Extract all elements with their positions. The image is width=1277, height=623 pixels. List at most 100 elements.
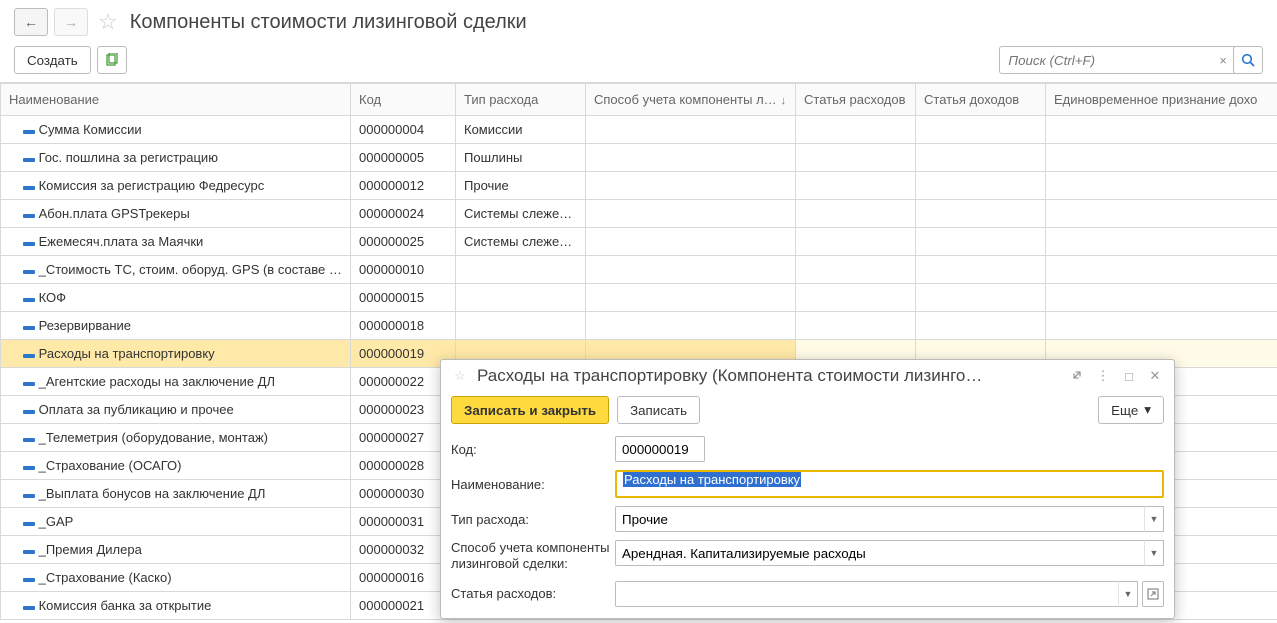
cell-name[interactable]: _Премия Дилера [1,536,351,564]
col-inc[interactable]: Статья доходов [916,84,1046,116]
chevron-down-icon[interactable]: ▼ [1118,581,1138,607]
cell-once[interactable] [1046,172,1277,200]
cell-name[interactable]: Комиссия банка за открытие [1,592,351,620]
col-exp[interactable]: Статья расходов [796,84,916,116]
cell-name[interactable]: _Выплата бонусов на заключение ДЛ [1,480,351,508]
cell-name[interactable]: Ежемесяч.плата за Маячки [1,228,351,256]
chevron-down-icon[interactable]: ▼ [1144,506,1164,532]
cell-inc[interactable] [916,200,1046,228]
way-select[interactable]: ▼ [615,540,1164,566]
chevron-down-icon[interactable]: ▼ [1144,540,1164,566]
way-input[interactable] [615,540,1144,566]
cell-once[interactable] [1046,256,1277,284]
cell-type[interactable]: Прочие [456,172,586,200]
cell-name[interactable]: Оплата за публикацию и прочее [1,396,351,424]
cell-code[interactable]: 000000025 [351,228,456,256]
cell-type[interactable]: Комиссии [456,116,586,144]
save-button[interactable]: Записать [617,396,700,424]
cell-exp[interactable] [796,312,916,340]
more-button[interactable]: Еще [1098,396,1164,424]
exp-select[interactable]: ▼ [615,581,1164,607]
cell-way[interactable] [586,284,796,312]
maximize-icon[interactable]: □ [1120,369,1138,384]
cell-once[interactable] [1046,312,1277,340]
cell-inc[interactable] [916,256,1046,284]
exp-input[interactable] [615,581,1118,607]
cell-type[interactable] [456,312,586,340]
cell-once[interactable] [1046,144,1277,172]
save-close-button[interactable]: Записать и закрыть [451,396,609,424]
cell-once[interactable] [1046,200,1277,228]
cell-code[interactable]: 000000018 [351,312,456,340]
cell-name[interactable]: Расходы на транспортировку [1,340,351,368]
cell-inc[interactable] [916,312,1046,340]
search-input[interactable] [999,46,1239,74]
code-field[interactable] [615,436,705,462]
nav-back-button[interactable]: ← [14,8,48,36]
table-row[interactable]: Резервирвание000000018 [1,312,1277,340]
cell-once[interactable] [1046,228,1277,256]
open-ref-icon[interactable] [1142,581,1164,607]
col-code[interactable]: Код [351,84,456,116]
cell-name[interactable]: КОФ [1,284,351,312]
cell-name[interactable]: Комиссия за регистрацию Федресурс [1,172,351,200]
cell-exp[interactable] [796,256,916,284]
type-select[interactable]: ▼ [615,506,1164,532]
cell-exp[interactable] [796,116,916,144]
cell-name[interactable]: Абон.плата GPSТрекеры [1,200,351,228]
cell-once[interactable] [1046,116,1277,144]
create-button[interactable]: Создать [14,46,91,74]
cell-once[interactable] [1046,284,1277,312]
cell-code[interactable]: 000000024 [351,200,456,228]
cell-name[interactable]: _GAP [1,508,351,536]
table-row[interactable]: Ежемесяч.плата за Маячки000000025Системы… [1,228,1277,256]
cell-type[interactable] [456,284,586,312]
cell-exp[interactable] [796,228,916,256]
cell-name[interactable]: _Стоимость ТС, стоим. оборуд. GPS (в сос… [1,256,351,284]
cell-inc[interactable] [916,116,1046,144]
cell-code[interactable]: 000000015 [351,284,456,312]
cell-name[interactable]: Гос. пошлина за регистрацию [1,144,351,172]
kebab-menu-icon[interactable]: ⋮ [1094,368,1112,384]
cell-exp[interactable] [796,172,916,200]
cell-inc[interactable] [916,144,1046,172]
cell-name[interactable]: _Агентские расходы на заключение ДЛ [1,368,351,396]
cell-way[interactable] [586,144,796,172]
table-row[interactable]: Гос. пошлина за регистрацию000000005Пошл… [1,144,1277,172]
cell-name[interactable]: Сумма Комиссии [1,116,351,144]
favorite-star-icon[interactable]: ☆ [451,368,469,384]
cell-type[interactable]: Пошлины [456,144,586,172]
cell-inc[interactable] [916,172,1046,200]
cell-code[interactable]: 000000005 [351,144,456,172]
cell-inc[interactable] [916,284,1046,312]
col-type[interactable]: Тип расхода [456,84,586,116]
cell-way[interactable] [586,312,796,340]
search-button[interactable] [1233,46,1263,74]
cell-type[interactable] [456,256,586,284]
table-row[interactable]: Абон.плата GPSТрекеры000000024Системы сл… [1,200,1277,228]
type-input[interactable] [615,506,1144,532]
cell-code[interactable]: 000000004 [351,116,456,144]
cell-way[interactable] [586,172,796,200]
table-row[interactable]: _Стоимость ТС, стоим. оборуд. GPS (в сос… [1,256,1277,284]
cell-way[interactable] [586,256,796,284]
cell-exp[interactable] [796,200,916,228]
col-name[interactable]: Наименование [1,84,351,116]
nav-forward-button[interactable]: → [54,8,88,36]
cell-code[interactable]: 000000010 [351,256,456,284]
cell-inc[interactable] [916,228,1046,256]
table-row[interactable]: Комиссия за регистрацию Федресурс0000000… [1,172,1277,200]
col-once[interactable]: Единовременное признание дохо [1046,84,1277,116]
col-way[interactable]: Способ учета компоненты л…↓ [586,84,796,116]
name-field[interactable]: Расходы на транспортировку [615,470,1164,498]
close-icon[interactable]: ✕ [1146,368,1164,384]
cell-name[interactable]: _Телеметрия (оборудование, монтаж) [1,424,351,452]
search-clear-icon[interactable]: × [1219,53,1227,68]
cell-exp[interactable] [796,284,916,312]
cell-way[interactable] [586,200,796,228]
link-icon[interactable] [1068,368,1086,385]
favorite-star-icon[interactable]: ☆ [98,9,118,35]
copy-button[interactable] [97,46,127,74]
cell-name[interactable]: _Страхование (ОСАГО) [1,452,351,480]
table-row[interactable]: Сумма Комиссии000000004Комиссии [1,116,1277,144]
